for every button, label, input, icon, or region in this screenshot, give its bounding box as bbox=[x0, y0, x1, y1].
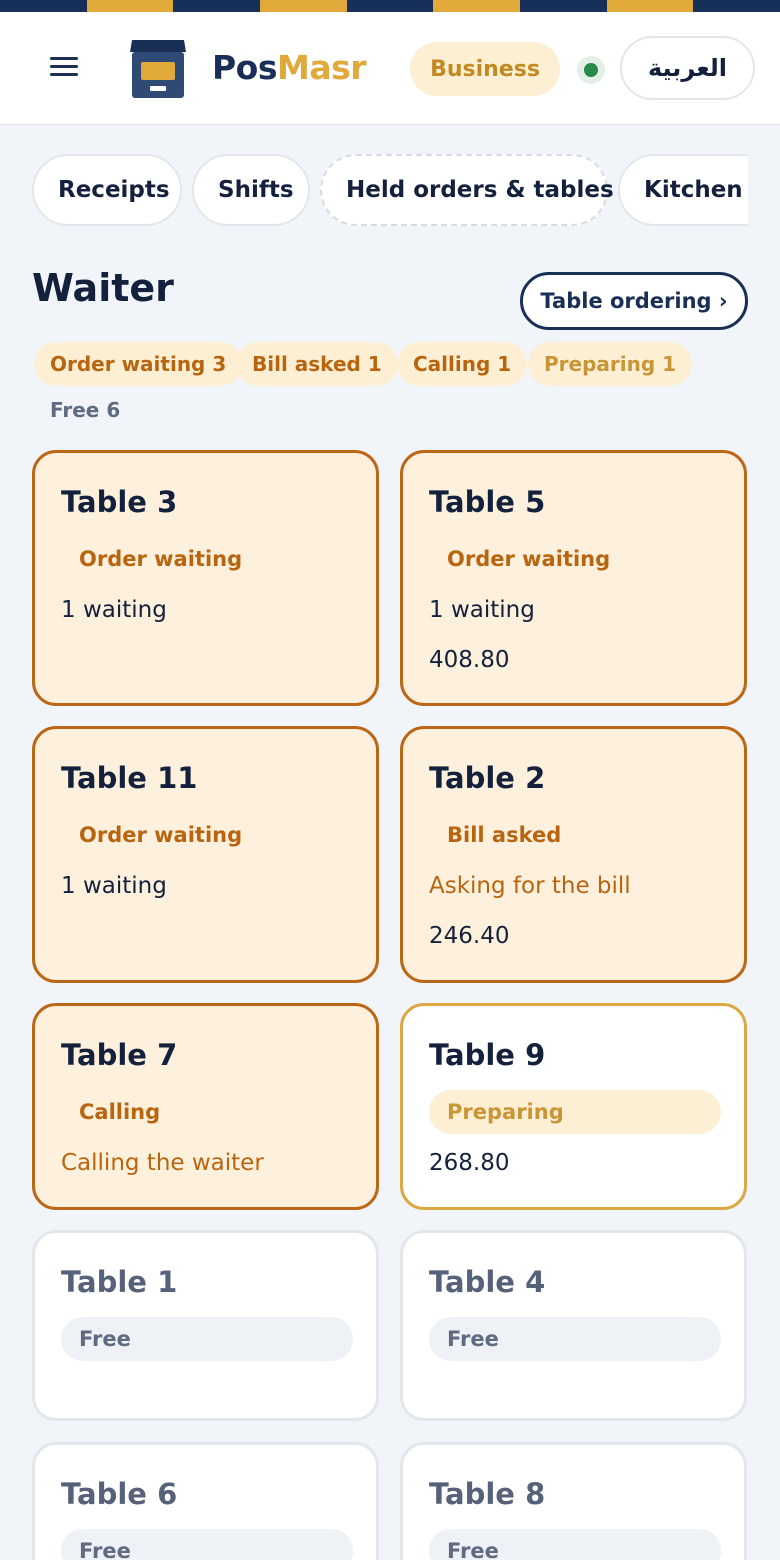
table-card[interactable]: Table 9 Preparing 268.80 bbox=[400, 1003, 747, 1210]
table-waiting-count: 1 waiting bbox=[61, 873, 167, 899]
table-waiting-count: 1 waiting bbox=[61, 597, 167, 623]
table-card[interactable]: Table 7 Calling Calling the waiter bbox=[32, 1003, 379, 1210]
table-name: Table 4 bbox=[429, 1265, 546, 1299]
table-status: Preparing bbox=[429, 1090, 721, 1134]
page-title: Waiter bbox=[32, 266, 174, 310]
table-name: Table 6 bbox=[61, 1477, 178, 1511]
summary-calling: Calling 1 bbox=[397, 342, 528, 386]
table-total: 246.40 bbox=[429, 923, 510, 949]
table-name: Table 3 bbox=[61, 485, 178, 519]
table-status: Bill asked bbox=[447, 823, 562, 847]
table-card[interactable]: Table 8 Free bbox=[400, 1442, 747, 1560]
table-status: Free bbox=[61, 1529, 353, 1560]
hamburger-menu-icon[interactable] bbox=[50, 57, 80, 81]
table-name: Table 11 bbox=[61, 761, 198, 795]
table-status: Calling bbox=[79, 1100, 161, 1124]
summary-bill-asked: Bill asked 1 bbox=[236, 342, 398, 386]
nav-chip-shifts[interactable]: Shifts bbox=[192, 154, 310, 226]
table-request-note: Calling the waiter bbox=[61, 1150, 264, 1176]
table-request-note: Asking for the bill bbox=[429, 873, 631, 899]
nav-chip-kitchen[interactable]: Kitchen b bbox=[618, 154, 748, 226]
summary-order-waiting: Order waiting 3 bbox=[34, 342, 243, 386]
table-waiting-count: 1 waiting bbox=[429, 597, 535, 623]
table-ordering-button[interactable]: Table ordering › bbox=[520, 272, 748, 330]
logo-box-icon bbox=[130, 40, 186, 98]
table-name: Table 5 bbox=[429, 485, 546, 519]
table-name: Table 2 bbox=[429, 761, 546, 795]
table-card[interactable]: Table 1 Free bbox=[32, 1230, 379, 1421]
plan-badge: Business bbox=[410, 42, 560, 96]
table-name: Table 1 bbox=[61, 1265, 178, 1299]
table-card[interactable]: Table 6 Free bbox=[32, 1442, 379, 1560]
table-card[interactable]: Table 3 Order waiting 1 waiting bbox=[32, 450, 379, 706]
summary-free: Free 6 bbox=[50, 398, 121, 422]
section-nav: Receipts Shifts Held orders & tables Kit… bbox=[32, 154, 748, 226]
table-status: Free bbox=[61, 1317, 353, 1361]
table-status: Order waiting bbox=[79, 547, 243, 571]
online-status-indicator bbox=[577, 56, 605, 84]
table-status: Free bbox=[429, 1529, 721, 1560]
table-name: Table 9 bbox=[429, 1038, 546, 1072]
table-card[interactable]: Table 11 Order waiting 1 waiting bbox=[32, 726, 379, 983]
table-name: Table 7 bbox=[61, 1038, 178, 1072]
table-status: Free bbox=[429, 1317, 721, 1361]
app-header: PosMasr Business العربية bbox=[0, 12, 780, 125]
table-total: 268.80 bbox=[429, 1150, 510, 1176]
table-status: Order waiting bbox=[79, 823, 243, 847]
language-toggle-button[interactable]: العربية bbox=[620, 36, 755, 100]
table-status: Order waiting bbox=[447, 547, 611, 571]
summary-preparing: Preparing 1 bbox=[528, 342, 693, 386]
top-stripe bbox=[0, 0, 780, 12]
table-card[interactable]: Table 5 Order waiting 1 waiting 408.80 bbox=[400, 450, 747, 706]
nav-chip-held-orders[interactable]: Held orders & tables bbox=[320, 154, 614, 226]
brand-name: PosMasr bbox=[212, 48, 367, 87]
nav-chip-receipts[interactable]: Receipts bbox=[32, 154, 182, 226]
table-card[interactable]: Table 4 Free bbox=[400, 1230, 747, 1421]
table-card[interactable]: Table 2 Bill asked Asking for the bill 2… bbox=[400, 726, 747, 983]
table-total: 408.80 bbox=[429, 647, 510, 673]
table-name: Table 8 bbox=[429, 1477, 546, 1511]
